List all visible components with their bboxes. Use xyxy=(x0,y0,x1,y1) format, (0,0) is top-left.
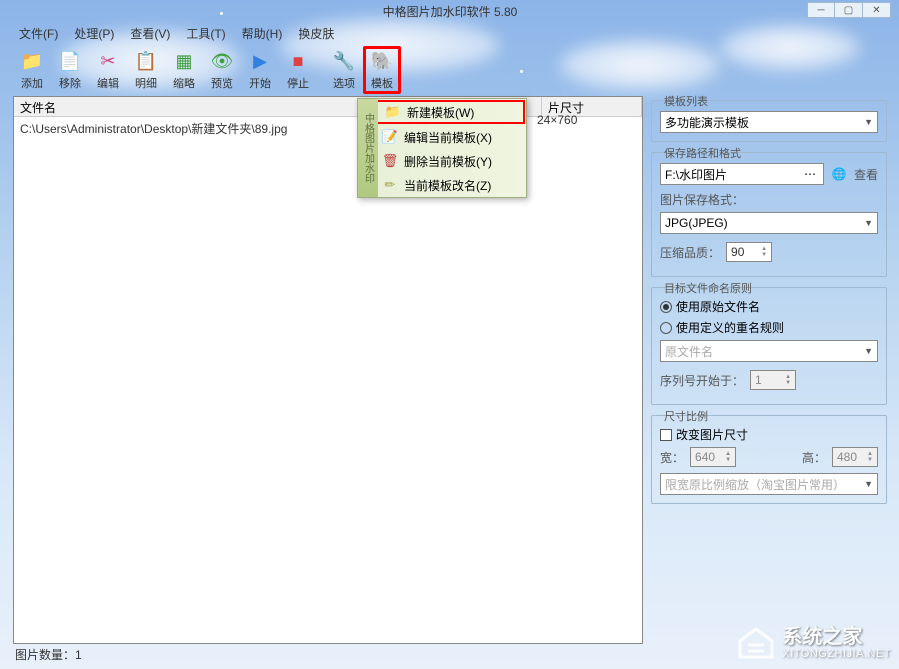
menu-rename-template[interactable]: ✏ 当前模板改名(Z) xyxy=(358,173,526,197)
file-path: C:\Users\Administrator\Desktop\新建文件夹\89.… xyxy=(20,122,287,136)
menu-help[interactable]: 帮助(H) xyxy=(236,23,289,44)
tool-options[interactable]: 🔧选项 xyxy=(325,46,363,94)
chevron-down-icon: ▼ xyxy=(864,218,873,228)
menubar: 文件(F) 处理(P) 查看(V) 工具(T) 帮助(H) 换皮肤 xyxy=(5,22,895,44)
radio-icon xyxy=(660,301,672,313)
checkbox-icon xyxy=(660,429,672,441)
file-list[interactable]: C:\Users\Administrator\Desktop\新建文件夹\89.… xyxy=(14,117,642,643)
edit-icon: 📝 xyxy=(382,129,398,145)
close-button[interactable]: ✕ xyxy=(863,2,891,18)
save-path-input[interactable]: F:\水印图片 ⋯ xyxy=(660,163,824,185)
spinner-icon[interactable]: ▲▼ xyxy=(761,246,767,258)
height-label: 高： xyxy=(802,449,826,466)
naming-group: 目标文件命名原则 使用原始文件名 使用定义的重名规则 原文件名 ▼ 序列号开始于… xyxy=(651,287,887,405)
window-controls: ─ ▢ ✕ xyxy=(807,2,891,18)
radio-original-name[interactable]: 使用原始文件名 xyxy=(660,298,878,315)
seq-label: 序列号开始于： xyxy=(660,372,744,389)
save-group: 保存路径和格式 F:\水印图片 ⋯ 🌐 查看 图片保存格式： JPG(JPEG)… xyxy=(651,152,887,277)
spinner-icon: ▲▼ xyxy=(867,451,873,463)
width-label: 宽： xyxy=(660,449,684,466)
file-panel: 文件名 片尺寸 C:\Users\Administrator\Desktop\新… xyxy=(13,96,643,644)
stop-icon: ■ xyxy=(286,49,310,73)
name-pattern-combo: 原文件名 ▼ xyxy=(660,340,878,362)
globe-icon[interactable]: 🌐 xyxy=(830,165,848,183)
template-list-group: 模板列表 多功能演示模板 ▼ xyxy=(651,100,887,142)
radio-custom-name[interactable]: 使用定义的重名规则 xyxy=(660,319,878,336)
constrain-combo: 限宽原比例缩放（淘宝图片常用） ▼ xyxy=(660,473,878,495)
eye-icon: 👁 xyxy=(210,49,234,73)
checkbox-resize[interactable]: 改变图片尺寸 xyxy=(660,426,878,443)
list-icon: 📋 xyxy=(134,49,158,73)
group-label: 目标文件命名原则 xyxy=(660,280,756,296)
menu-view[interactable]: 查看(V) xyxy=(124,23,176,44)
file-remove-icon: 📄 xyxy=(58,49,82,73)
minimize-button[interactable]: ─ xyxy=(807,2,835,18)
titlebar: 中格图片加水印软件 5.80 ─ ▢ ✕ xyxy=(5,0,895,22)
status-count: 图片数量：1 xyxy=(15,646,82,663)
menu-skin[interactable]: 换皮肤 xyxy=(292,23,340,44)
tool-add[interactable]: 📁添加 xyxy=(13,46,51,94)
scissors-icon: ✂ xyxy=(96,49,120,73)
wrench-icon: 🔧 xyxy=(332,49,356,73)
height-input: 480 ▲▼ xyxy=(832,447,878,467)
dropdown-sidebar: 中格图片加水印 xyxy=(358,99,378,197)
view-link[interactable]: 查看 xyxy=(854,166,878,183)
menu-edit-template[interactable]: 📝 编辑当前模板(X) xyxy=(358,125,526,149)
quality-label: 压缩品质： xyxy=(660,244,720,261)
chevron-down-icon: ▼ xyxy=(864,346,873,356)
format-label: 图片保存格式： xyxy=(660,191,878,208)
window-title: 中格图片加水印软件 5.80 xyxy=(383,3,518,20)
chevron-down-icon: ▼ xyxy=(864,479,873,489)
tool-template[interactable]: 🐘模板 xyxy=(363,46,401,94)
dimension-group: 尺寸比例 改变图片尺寸 宽： 640 ▲▼ 高： 480 ▲▼ xyxy=(651,415,887,504)
spinner-icon: ▲▼ xyxy=(785,374,791,386)
seq-input: 1 ▲▼ xyxy=(750,370,796,390)
house-logo-icon xyxy=(736,625,776,661)
group-label: 尺寸比例 xyxy=(660,408,712,424)
rename-icon: ✏ xyxy=(382,177,398,193)
group-label: 模板列表 xyxy=(660,93,712,109)
width-input: 640 ▲▼ xyxy=(690,447,736,467)
radio-icon xyxy=(660,322,672,334)
file-size-cell: 24×760 xyxy=(537,113,577,127)
grid-icon: ▦ xyxy=(172,49,196,73)
group-label: 保存路径和格式 xyxy=(660,145,745,161)
spinner-icon: ▲▼ xyxy=(725,451,731,463)
maximize-button[interactable]: ▢ xyxy=(835,2,863,18)
tool-detail[interactable]: 📋明细 xyxy=(127,46,165,94)
menu-process[interactable]: 处理(P) xyxy=(68,23,120,44)
menu-file[interactable]: 文件(F) xyxy=(13,23,64,44)
tool-thumb[interactable]: ▦缩略 xyxy=(165,46,203,94)
template-combo[interactable]: 多功能演示模板 ▼ xyxy=(660,111,878,133)
tool-remove[interactable]: 📄移除 xyxy=(51,46,89,94)
template-icon: 🐘 xyxy=(370,49,394,73)
play-icon: ▶ xyxy=(248,49,272,73)
tool-edit[interactable]: ✂编辑 xyxy=(89,46,127,94)
folder-add-icon: 📁 xyxy=(20,49,44,73)
right-panel: 模板列表 多功能演示模板 ▼ 保存路径和格式 F:\水印图片 ⋯ 🌐 查看 图片… xyxy=(651,96,887,644)
toolbar: 📁添加 📄移除 ✂编辑 📋明细 ▦缩略 👁预览 ▶开始 ■停止 🔧选项 🐘模板 xyxy=(5,44,895,96)
menu-delete-template[interactable]: 🗑 删除当前模板(Y) xyxy=(358,149,526,173)
chevron-down-icon: ▼ xyxy=(864,117,873,127)
browse-icon[interactable]: ⋯ xyxy=(801,165,819,183)
folder-new-icon: 📁 xyxy=(385,104,401,120)
menu-new-template[interactable]: 📁 新建模板(W) xyxy=(359,100,525,124)
delete-icon: 🗑 xyxy=(382,153,398,169)
format-combo[interactable]: JPG(JPEG) ▼ xyxy=(660,212,878,234)
template-dropdown-menu: 中格图片加水印 📁 新建模板(W) 📝 编辑当前模板(X) 🗑 删除当前模板(Y… xyxy=(357,98,527,198)
quality-input[interactable]: 90 ▲▼ xyxy=(726,242,772,262)
menu-tools[interactable]: 工具(T) xyxy=(180,23,231,44)
tool-stop[interactable]: ■停止 xyxy=(279,46,317,94)
tool-preview[interactable]: 👁预览 xyxy=(203,46,241,94)
tool-start[interactable]: ▶开始 xyxy=(241,46,279,94)
site-watermark: 系统之家 XITONGZHIJIA.NET xyxy=(736,625,891,661)
